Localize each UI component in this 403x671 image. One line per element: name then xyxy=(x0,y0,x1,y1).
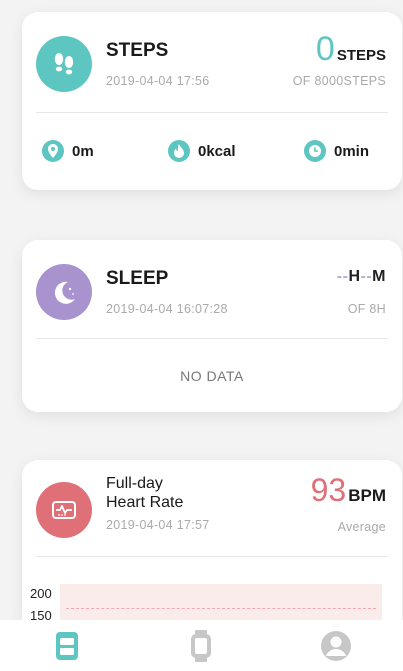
steps-datetime: 2019-04-04 17:56 xyxy=(106,74,210,88)
heart-rate-title-line1: Full-day xyxy=(106,475,163,492)
profile-icon xyxy=(320,630,351,661)
nav-profile[interactable] xyxy=(306,626,366,666)
bottom-nav xyxy=(0,620,403,671)
heart-rate-title: Full-day Heart Rate xyxy=(106,474,183,512)
clock-icon xyxy=(304,140,326,162)
sleep-title: SLEEP xyxy=(106,268,169,289)
heart-rate-dashed-line xyxy=(66,608,376,609)
watch-icon xyxy=(191,629,212,662)
footprints-icon xyxy=(36,36,92,92)
sleep-no-data: NO DATA xyxy=(180,368,244,384)
sleep-datetime: 2019-04-04 16:07:28 xyxy=(106,302,228,316)
divider xyxy=(36,338,388,339)
heart-rate-title-line2: Heart Rate xyxy=(106,494,184,511)
heart-rate-card[interactable]: Full-day Heart Rate 2019-04-04 17:57 93 … xyxy=(22,460,402,620)
steps-unit: STEPS xyxy=(336,47,386,64)
heart-monitor-icon xyxy=(36,482,92,538)
divider xyxy=(36,556,388,557)
heart-rate-number: 93 xyxy=(310,472,347,508)
moon-icon xyxy=(36,264,92,320)
steps-count: 0 STEPS xyxy=(316,32,386,66)
nav-dashboard[interactable] xyxy=(37,626,97,666)
steps-goal: OF 8000STEPS xyxy=(292,74,386,88)
duration-value: 0min xyxy=(334,142,370,160)
sleep-hours-unit: H xyxy=(348,268,361,285)
heart-rate-unit: BPM xyxy=(348,486,386,505)
divider xyxy=(36,112,388,113)
sleep-minutes-unit: M xyxy=(372,268,386,285)
dashboard-icon xyxy=(56,631,79,660)
sleep-hours: -- xyxy=(336,268,349,285)
flame-icon xyxy=(168,140,190,162)
nav-watch[interactable] xyxy=(171,626,231,666)
sleep-goal: OF 8H xyxy=(347,302,386,316)
heart-rate-value: 93 BPM xyxy=(311,474,386,506)
heart-rate-datetime: 2019-04-04 17:57 xyxy=(106,518,210,532)
duration-stat: 0min xyxy=(304,140,369,162)
y-tick-label: 150 xyxy=(30,608,52,620)
sleep-card[interactable]: SLEEP 2019-04-04 16:07:28 --H--M OF 8H N… xyxy=(22,240,402,412)
heart-rate-chart-band xyxy=(60,584,382,620)
steps-card[interactable]: STEPS 2019-04-04 17:56 0 STEPS OF 8000ST… xyxy=(22,12,402,190)
location-pin-icon xyxy=(42,140,64,162)
calories-value: 0kcal xyxy=(198,142,236,160)
sleep-minutes: -- xyxy=(360,268,373,285)
y-tick-label: 200 xyxy=(30,586,52,601)
steps-number: 0 xyxy=(315,30,335,68)
calories-stat: 0kcal xyxy=(168,140,236,162)
heart-rate-caption: Average xyxy=(337,520,386,534)
sleep-duration: --H--M xyxy=(337,268,386,286)
distance-value: 0m xyxy=(72,142,94,160)
distance-stat: 0m xyxy=(42,140,94,162)
steps-title: STEPS xyxy=(106,40,169,61)
